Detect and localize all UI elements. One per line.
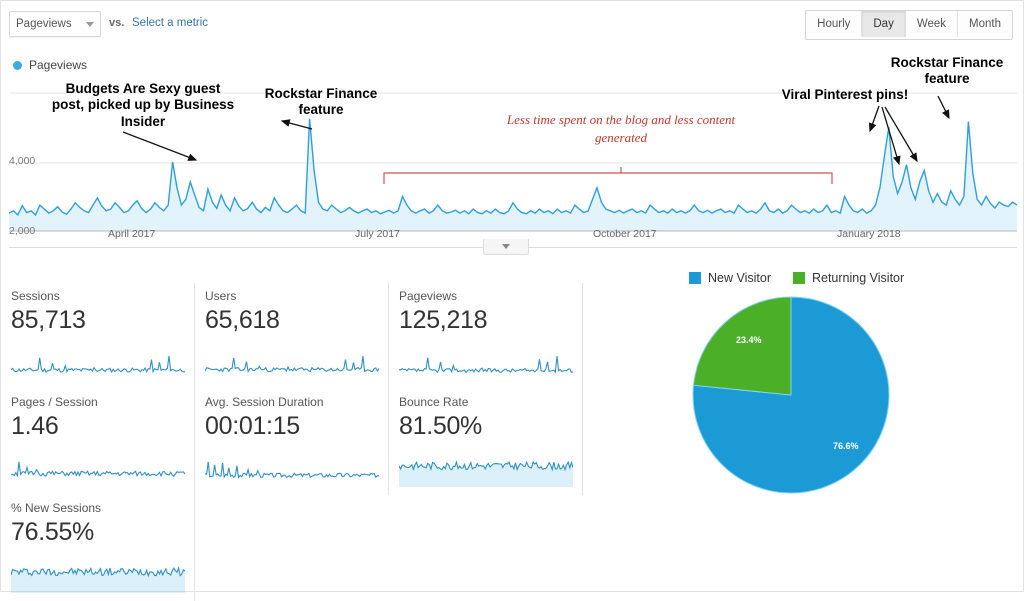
x-axis-tick-january-2018: January 2018 [837,228,901,240]
pie-legend-item-returning-visitor[interactable]: Returning Visitor [792,271,905,285]
annotation-less-time-spent: Less time spent on the blog and less con… [506,112,736,145]
metric-cards-grid: Sessions 85,713 Users 65,618 Pageviews 1… [1,283,599,601]
series-legend-label: Pageviews [29,58,88,72]
metric-card-title: % New Sessions [11,501,102,515]
vs-label: vs. [109,17,125,29]
metric-card-avg-session-duration[interactable]: Avg. Session Duration 00:01:15 [195,389,389,495]
y-axis-tick-4000: 4,000 [9,155,36,167]
metric-card-title: Users [205,289,237,303]
chart-toolbar: Pageviews vs. Select a metric Hourly Day… [1,1,1024,45]
visitor-pie-chart[interactable] [691,295,891,495]
annotation-budgets-are-sexy: Budgets Are Sexy guest post, picked up b… [51,81,235,129]
period-button-day[interactable]: Day [862,11,906,37]
select-a-metric-link[interactable]: Select a metric [132,17,208,29]
sparkline-bounce-rate [399,460,573,487]
sparkline-avg-session-duration [205,461,379,479]
annotation-viral-pinterest-pins: Viral Pinterest pins! [781,87,909,102]
metric-card-percent-new-sessions[interactable]: % New Sessions 76.55% [1,495,195,601]
chevron-down-icon [502,244,510,249]
metric-card-value: 00:01:15 [205,412,300,440]
new-vs-returning-visitor-panel: New Visitor Returning Visitor 23.4% 76.6… [641,263,1024,523]
metric-select-label: Pageviews [16,18,72,30]
x-axis-tick-july-2017: July 2017 [355,228,400,240]
metric-card-value: 85,713 [11,306,86,334]
annotation-rockstar-finance-left: Rockstar Finance feature [264,86,378,118]
chart-collapse-handle[interactable] [483,239,529,255]
x-axis-tick-april-2017: April 2017 [108,228,156,240]
series-legend: Pageviews [13,58,87,72]
period-button-month[interactable]: Month [958,11,1012,37]
sparkline-sessions [11,355,185,374]
metric-card-title: Avg. Session Duration [205,395,324,409]
metric-card-row: Sessions 85,713 Users 65,618 Pageviews 1… [1,283,599,389]
metric-card-pages-per-session[interactable]: Pages / Session 1.46 [1,389,195,495]
pie-legend-item-new-visitor[interactable]: New Visitor [689,271,771,285]
metric-card-value: 1.46 [11,412,59,440]
period-button-hourly[interactable]: Hourly [806,11,863,37]
pie-legend: New Visitor Returning Visitor [689,271,904,285]
sparkline-percent-new-sessions [11,566,185,593]
pie-legend-label: Returning Visitor [811,271,905,285]
metric-card-sessions[interactable]: Sessions 85,713 [1,283,195,389]
legend-swatch-icon [792,272,805,284]
sparkline-pages-per-session [11,461,185,478]
legend-swatch-icon [689,272,701,284]
metric-card-users[interactable]: Users 65,618 [195,283,389,389]
metric-card-value: 81.50% [399,412,482,440]
metric-card-value: 65,618 [205,306,280,334]
metric-card-title: Pageviews [399,289,458,303]
x-axis-tick-october-2017: October 2017 [593,228,657,240]
chevron-down-icon [86,21,94,27]
metric-card-title: Pages / Session [11,395,98,409]
pie-legend-label: New Visitor [708,271,771,285]
time-granularity-group: Hourly Day Week Month [805,10,1013,40]
pie-slice-label-returning: 23.4% [736,335,762,345]
metric-card-value: 125,218 [399,306,488,334]
metric-card-row: Pages / Session 1.46 Avg. Session Durati… [1,389,599,495]
y-axis-tick-2000: 2,000 [9,225,36,237]
sparkline-pageviews [399,355,573,374]
metric-card-title: Sessions [11,289,60,303]
sparkline-users [205,355,379,374]
annotation-rockstar-finance-right: Rockstar Finance feature [890,55,1004,87]
period-button-week[interactable]: Week [905,11,959,37]
metric-select-dropdown[interactable]: Pageviews [9,11,101,37]
metric-card-value: 76.55% [11,518,94,546]
metric-card-bounce-rate[interactable]: Bounce Rate 81.50% [389,389,583,495]
metric-card-title: Bounce Rate [399,395,469,409]
metric-card-pageviews[interactable]: Pageviews 125,218 [389,283,583,389]
metric-card-row: % New Sessions 76.55% [1,495,599,601]
pie-slice-label-new: 76.6% [833,441,859,451]
series-color-dot-icon [13,60,22,70]
